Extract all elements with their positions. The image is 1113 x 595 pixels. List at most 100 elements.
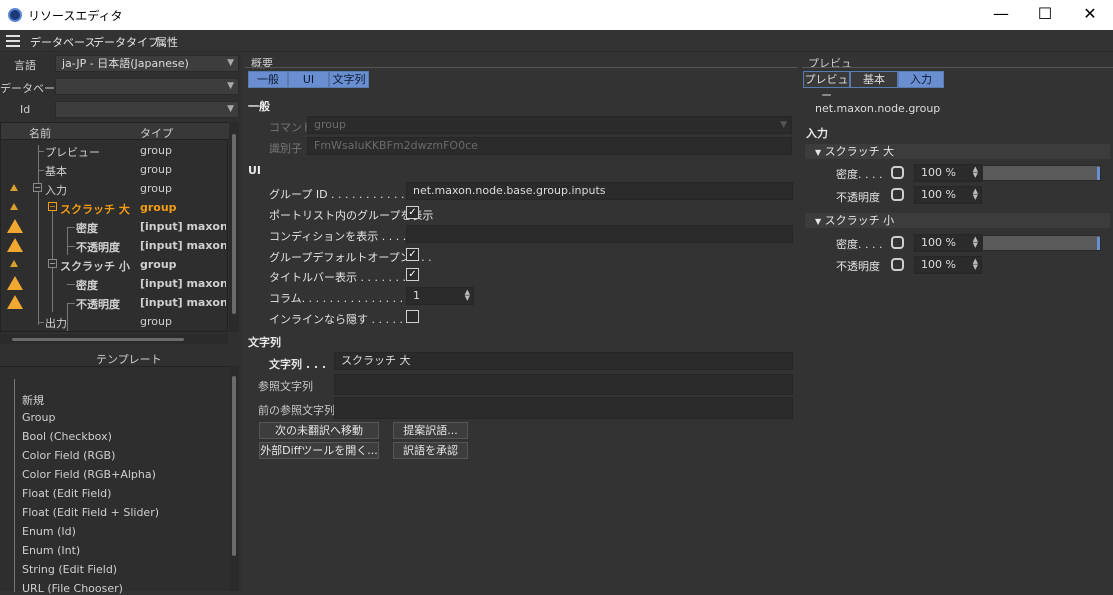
chevron-down-icon: ▼: [227, 81, 234, 91]
template-item[interactable]: Float (Edit Field + Slider): [22, 506, 159, 519]
template-item[interactable]: Group: [22, 411, 56, 424]
group-scratch-large[interactable]: ▼ スクラッチ 大: [805, 144, 1110, 159]
tree-row-input[interactable]: − 入力 group: [1, 179, 227, 198]
scrollbar-thumb[interactable]: [232, 134, 236, 314]
hide-if-inline-checkbox[interactable]: [406, 310, 419, 323]
approve-translation-button[interactable]: 訳語を承認: [393, 442, 468, 459]
opacity-field[interactable]: 100 % ▲ ▼: [914, 256, 982, 274]
tree-row-scratch-large[interactable]: − スクラッチ 大 group: [1, 198, 227, 217]
template-item[interactable]: Enum (Id): [22, 525, 76, 538]
string-field[interactable]: スクラッチ 大: [334, 352, 793, 370]
slider-handle[interactable]: [1097, 167, 1100, 180]
template-item[interactable]: String (Edit Field): [22, 563, 117, 576]
show-in-port-list-checkbox[interactable]: ✓: [406, 206, 419, 219]
density-slider[interactable]: [982, 235, 1101, 251]
tree-row-output[interactable]: 出力 group: [1, 312, 227, 331]
stepper-arrows-icon[interactable]: ▲ ▼: [973, 166, 978, 179]
density-field[interactable]: 100 % ▲ ▼: [914, 234, 982, 252]
opacity-field[interactable]: 100 % ▲ ▼: [914, 186, 982, 204]
reference-string-field[interactable]: [334, 374, 793, 395]
template-list[interactable]: 新規 Group Bool (Checkbox) Color Field (RG…: [0, 366, 228, 595]
tree-row-scratch-small[interactable]: − スクラッチ 小 group: [1, 255, 227, 274]
tab-strings[interactable]: 文字列: [329, 71, 369, 88]
previous-reference-field[interactable]: [334, 397, 793, 419]
stepper-arrows-icon[interactable]: ▲ ▼: [973, 236, 978, 249]
suggest-translation-button[interactable]: 提案訳語...: [393, 422, 468, 439]
column-type-header[interactable]: タイプ: [140, 125, 173, 141]
group-default-open-checkbox[interactable]: ✓: [406, 248, 419, 261]
tree-row-type: group: [140, 182, 172, 195]
collapse-toggle-icon[interactable]: −: [48, 259, 57, 268]
template-item[interactable]: Color Field (RGB+Alpha): [22, 468, 156, 481]
keyframe-icon[interactable]: [891, 188, 904, 201]
menu-datatype[interactable]: データタイプ: [93, 34, 159, 50]
tab-preview[interactable]: プレビュー: [803, 71, 850, 102]
language-select[interactable]: ja-JP - 日本語(Japanese) ▼: [55, 55, 239, 72]
warning-icon: [7, 238, 23, 252]
tree-row-preview[interactable]: プレビュー group: [1, 141, 227, 160]
keyframe-icon[interactable]: [891, 166, 904, 179]
tree-row-label: スクラッチ 小: [60, 260, 130, 273]
stepper-arrows-icon[interactable]: ▲ ▼: [465, 289, 470, 302]
language-value: ja-JP - 日本語(Japanese): [62, 57, 189, 70]
template-item[interactable]: Bool (Checkbox): [22, 430, 112, 443]
tree-row-basic[interactable]: 基本 group: [1, 160, 227, 179]
tab-input[interactable]: 入力: [898, 71, 944, 88]
maximize-button[interactable]: ☐: [1022, 0, 1068, 30]
overview-title: 概要: [251, 57, 273, 70]
density-label: 密度. . . .: [836, 168, 883, 181]
scrollbar-thumb[interactable]: [12, 338, 184, 341]
keyframe-icon[interactable]: [891, 258, 904, 271]
tab-ui[interactable]: UI: [288, 71, 329, 88]
id-select[interactable]: ▼: [55, 101, 239, 118]
keyframe-icon[interactable]: [891, 236, 904, 249]
show-condition-field[interactable]: [406, 225, 793, 243]
slider-handle[interactable]: [1097, 237, 1100, 250]
triangle-down-icon: ▼: [815, 217, 822, 226]
tree-row-opacity-1[interactable]: 不透明度 [input] maxon::Fl: [1, 236, 227, 255]
column-name-header[interactable]: 名前: [29, 125, 51, 141]
close-button[interactable]: ✕: [1067, 0, 1113, 30]
tree-row-label: 出力: [45, 317, 67, 330]
template-item[interactable]: Color Field (RGB): [22, 449, 115, 462]
scrollbar-thumb[interactable]: [232, 376, 236, 556]
next-untranslated-button[interactable]: 次の未翻訳へ移動: [259, 422, 379, 439]
tree-vertical-scrollbar[interactable]: [229, 122, 239, 332]
tree-row-label: 密度: [76, 279, 98, 292]
collapse-toggle-icon[interactable]: −: [48, 202, 57, 211]
group-id-field[interactable]: net.maxon.node.base.group.inputs: [406, 182, 793, 200]
menu-database[interactable]: データベース: [30, 34, 95, 50]
identifier-field[interactable]: FmWsaIuKKBFm2dwzmFO0ce: [307, 137, 792, 155]
command-select[interactable]: group ▼: [307, 116, 792, 134]
tree-line: [38, 322, 44, 323]
collapse-toggle-icon[interactable]: −: [33, 183, 42, 192]
minimize-button[interactable]: —: [978, 0, 1024, 30]
open-diff-tool-button[interactable]: 外部Diffツールを開く...: [259, 442, 379, 459]
template-item[interactable]: URL (File Chooser): [22, 582, 123, 595]
menu-attributes[interactable]: 属性: [156, 34, 178, 50]
tree-horizontal-scrollbar[interactable]: [0, 334, 228, 344]
tree-row-density-1[interactable]: 密度 [input] maxon::Fl: [1, 217, 227, 236]
stepper-arrows-icon[interactable]: ▲ ▼: [973, 258, 978, 271]
opacity-value: 100 %: [921, 188, 956, 201]
stepper-arrows-icon[interactable]: ▲ ▼: [973, 188, 978, 201]
columns-stepper[interactable]: 1 ▲ ▼: [406, 287, 474, 305]
tab-basic[interactable]: 基本: [850, 71, 898, 88]
hamburger-menu-icon[interactable]: [6, 35, 20, 47]
show-titlebar-checkbox[interactable]: ✓: [406, 268, 419, 281]
template-item[interactable]: 新規: [22, 392, 44, 408]
density-field[interactable]: 100 % ▲ ▼: [914, 164, 982, 182]
resource-tree[interactable]: 名前 タイプ プレビュー group 基本 group − 入力 group −…: [0, 122, 229, 332]
template-item[interactable]: Enum (Int): [22, 544, 80, 557]
tree-row-opacity-2[interactable]: 不透明度 [input] maxon::Fl: [1, 293, 227, 312]
opacity-label: 不透明度: [836, 191, 880, 204]
template-scrollbar[interactable]: [229, 366, 239, 591]
warning-icon: [7, 295, 23, 309]
tree-row-density-2[interactable]: 密度 [input] maxon::Fl: [1, 274, 227, 293]
group-scratch-small[interactable]: ▼ スクラッチ 小: [805, 213, 1110, 228]
template-item[interactable]: Float (Edit Field): [22, 487, 111, 500]
tab-general[interactable]: 一般: [248, 71, 288, 88]
density-slider[interactable]: [982, 165, 1101, 181]
database-select[interactable]: ▼: [55, 78, 239, 95]
overview-panel: 概要 一般 UI 文字列 一般 コマンド group ▼ 識別子 FmWsaIuK…: [245, 53, 798, 591]
